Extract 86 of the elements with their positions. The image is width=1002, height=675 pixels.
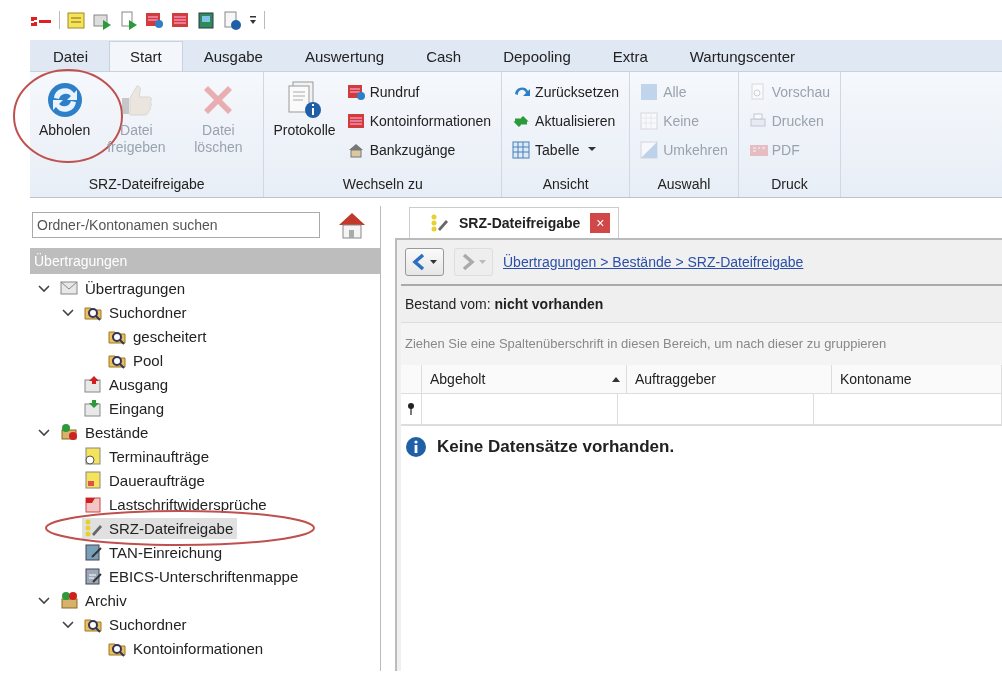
list-arrows-icon[interactable] bbox=[145, 10, 164, 30]
empty-message: Keine Datensätze vorhanden. bbox=[437, 437, 675, 457]
ribbon-group-label: Ansicht bbox=[541, 175, 590, 194]
tree-item[interactable]: Suchordner bbox=[82, 301, 191, 323]
back-button[interactable] bbox=[405, 248, 444, 276]
tree-item[interactable]: EBICS-Unterschriftenmappe bbox=[82, 565, 303, 587]
ribbon-tab[interactable]: Start bbox=[109, 41, 183, 71]
calendar-clock-icon bbox=[84, 446, 103, 466]
envelope-down-arrow-icon bbox=[84, 398, 103, 418]
tree-item[interactable]: SRZ-Dateifreigabe bbox=[82, 517, 238, 539]
customize-toolbar-icon[interactable] bbox=[249, 14, 257, 26]
ribbon-button[interactable]: Abholen bbox=[36, 76, 94, 168]
tree-item[interactable]: Archiv bbox=[58, 589, 131, 611]
column-header[interactable]: Auftraggeber bbox=[627, 365, 832, 393]
tree-item[interactable]: gescheitert bbox=[106, 325, 211, 347]
collapse-chevron-icon[interactable] bbox=[38, 282, 50, 294]
ribbon-button[interactable]: Tabelle bbox=[508, 136, 624, 163]
column-header[interactable]: Abgeholt bbox=[422, 365, 627, 393]
tree-item[interactable]: Terminaufträge bbox=[82, 445, 214, 467]
collapse-chevron-icon[interactable] bbox=[62, 618, 74, 630]
ribbon-tab[interactable]: Cash bbox=[405, 41, 483, 71]
ribbon-group-label: Auswahl bbox=[656, 175, 712, 194]
pen-list-icon bbox=[84, 518, 103, 538]
ribbon-tab[interactable]: Ausgabe bbox=[182, 41, 284, 71]
tree-item[interactable]: Daueraufträge bbox=[82, 469, 209, 491]
notepad-icon[interactable] bbox=[67, 10, 86, 30]
ribbon-button[interactable]: Aktualisieren bbox=[508, 107, 624, 134]
ribbon-button[interactable]: Kontoinformationen bbox=[342, 107, 496, 134]
panel-header: Übertragungen bbox=[30, 248, 380, 274]
dropdown-caret-icon bbox=[430, 260, 437, 264]
book-icon[interactable] bbox=[197, 10, 216, 30]
envelope-up-arrow-icon bbox=[84, 374, 103, 394]
sort-ascending-icon bbox=[612, 376, 620, 382]
list-arrows-icon bbox=[346, 82, 367, 101]
search-field[interactable]: Ordner-/Kontonamen suchen bbox=[32, 212, 320, 238]
half-grid-icon bbox=[640, 140, 661, 159]
document-tab[interactable]: SRZ-Dateifreigabe × bbox=[409, 207, 620, 238]
ribbon-tab[interactable]: Extra bbox=[591, 41, 669, 71]
document-play-icon[interactable] bbox=[119, 10, 138, 30]
ribbon-button[interactable]: Rundruf bbox=[342, 78, 496, 105]
collapse-chevron-icon[interactable] bbox=[62, 306, 74, 318]
left-chevron-icon bbox=[412, 253, 426, 271]
table-icon bbox=[512, 140, 533, 159]
ribbon-tab[interactable]: Auswertung bbox=[283, 41, 406, 71]
ribbon-button[interactable]: Bankzugänge bbox=[342, 136, 496, 163]
tree-item[interactable]: Bestände bbox=[58, 421, 153, 443]
envelope-icon bbox=[60, 278, 79, 298]
dropdown-caret-icon bbox=[588, 147, 597, 152]
list-icon bbox=[346, 111, 367, 130]
pen-list-icon bbox=[430, 213, 449, 233]
tree-item[interactable]: TAN-Einreichung bbox=[82, 541, 227, 563]
collapse-chevron-icon[interactable] bbox=[38, 426, 50, 438]
tree-item[interactable]: Suchordner bbox=[82, 613, 191, 635]
tree-item[interactable]: Lastschriftwidersprüche bbox=[82, 493, 271, 515]
tablet-icon bbox=[84, 542, 103, 562]
ribbon-group-label: Wechseln zu bbox=[341, 175, 424, 194]
list-icon[interactable] bbox=[171, 10, 190, 30]
signature-folder-icon bbox=[84, 566, 103, 586]
flagged-document-icon bbox=[84, 494, 103, 514]
ribbon-group-label: SRZ-Dateifreigabe bbox=[87, 175, 206, 194]
right-chevron-icon bbox=[461, 253, 475, 271]
group-by-hint: Ziehen Sie eine Spaltenüberschrift in diesen Bereich, um nach dieser zu gruppieren bbox=[401, 323, 1002, 365]
ribbon-tab[interactable]: Datei bbox=[32, 41, 110, 71]
info-icon bbox=[405, 436, 427, 458]
tree-item[interactable]: Eingang bbox=[82, 397, 169, 419]
ribbon-tab[interactable]: Depooling bbox=[482, 41, 592, 71]
calendar-icon bbox=[84, 470, 103, 490]
stock-date-text: Bestand vom: nicht vorhanden bbox=[401, 286, 1002, 323]
printer-icon bbox=[748, 111, 769, 130]
collapse-chevron-icon[interactable] bbox=[38, 594, 50, 606]
close-button[interactable]: × bbox=[590, 213, 611, 233]
column-header[interactable]: Kontoname bbox=[832, 365, 1002, 393]
tree-item[interactable]: Ausgang bbox=[82, 373, 173, 395]
archive-box-icon bbox=[60, 590, 79, 610]
ribbon-tab[interactable]: Wartungscenter bbox=[668, 41, 817, 71]
stack-icon bbox=[60, 422, 79, 442]
tree-item[interactable]: Pool bbox=[106, 349, 168, 371]
ribbon-button[interactable]: Protokolle bbox=[270, 76, 339, 168]
empty-grid-icon bbox=[640, 111, 661, 130]
dropdown-caret-icon bbox=[479, 260, 486, 264]
ribbon-group-label: Druck bbox=[770, 175, 809, 194]
tree-item[interactable]: Übertragungen bbox=[58, 277, 190, 299]
breadcrumb-link[interactable]: Übertragungen > Bestände > SRZ-Dateifreigabe bbox=[503, 254, 804, 270]
tree-item[interactable]: Kontoinformationen bbox=[106, 637, 268, 659]
ribbon-button[interactable]: Zurücksetzen bbox=[508, 78, 624, 105]
filter-pin-icon bbox=[407, 403, 415, 415]
